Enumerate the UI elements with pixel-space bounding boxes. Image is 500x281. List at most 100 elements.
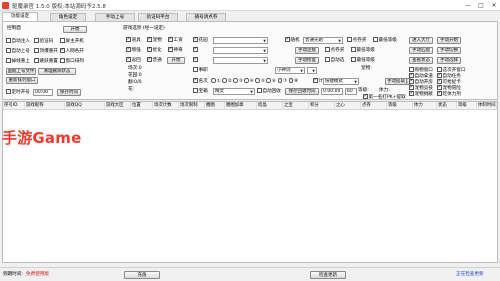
- column-header[interactable]: 序号ID: [3, 102, 25, 110]
- tab-function-settings[interactable]: 功能设定: [2, 12, 38, 21]
- column-header[interactable]: 点券: [361, 102, 387, 110]
- checkbox-wages[interactable]: 工资: [168, 36, 183, 44]
- checkbox-return[interactable]: 返回: [126, 56, 141, 64]
- minimize-button[interactable]: —: [462, 0, 474, 11]
- checkbox-jump-reset[interactable]: 跳跃重置: [34, 58, 58, 65]
- column-header[interactable]: 体制时间: [477, 102, 497, 110]
- weapon-select[interactable]: 小神剑 ▼: [275, 67, 305, 74]
- checkbox-icon: [126, 56, 131, 62]
- save-recycle-time-button[interactable]: 保存回收时间: [285, 88, 319, 95]
- manual-start-button[interactable]: 手动开始: [437, 37, 461, 44]
- checkbox-min-level[interactable]: 最低等级: [351, 47, 375, 54]
- view-status-button[interactable]: 查看状态: [409, 57, 433, 64]
- tab-role-settings[interactable]: 角色设定: [50, 13, 86, 21]
- timer-input[interactable]: 00:00: [33, 89, 53, 96]
- column-header[interactable]: 圈圈: [205, 102, 225, 110]
- checkbox-optimize[interactable]: 优化: [147, 46, 162, 54]
- manual-extract-button[interactable]: 手动提取: [385, 78, 407, 85]
- tab-captcha-platform[interactable]: 验证码平台: [138, 13, 178, 21]
- checkbox-window-arrange[interactable]: 窗口排列: [60, 58, 84, 65]
- row3-select[interactable]: ▼: [213, 57, 268, 64]
- checkbox-relogin[interactable]: 掉线重上: [6, 58, 30, 65]
- rank-radio-group[interactable]: ① ② ③ ④ ⑤ ⑥ ⑦ ⑧: [211, 78, 298, 85]
- recycle-count-input[interactable]: 60: [345, 88, 357, 95]
- checkbox-random[interactable]: 随机: [285, 36, 300, 44]
- enter-lobby-button[interactable]: 进入大厅: [409, 37, 433, 44]
- checkbox-row2[interactable]: [193, 46, 199, 54]
- checkbox-first-pk[interactable]: 第一名打PK+提取: [363, 93, 406, 101]
- checkbox-icon: [126, 46, 131, 52]
- manual-switch-button[interactable]: 手动切换: [437, 47, 461, 54]
- column-header[interactable]: 位置: [131, 102, 153, 110]
- checkbox-treasure[interactable]: 宝箱: [193, 88, 208, 95]
- watermark-logo: 手游Game: [2, 129, 82, 147]
- close-button[interactable]: ✕: [488, 0, 500, 11]
- checkbox-icon: [6, 48, 11, 53]
- garden-select[interactable]: ▼: [213, 37, 268, 44]
- checkbox-auto-select[interactable]: 自动选: [325, 57, 344, 64]
- checkbox-pet-donate[interactable]: 宠物捐献: [409, 90, 433, 98]
- save-time-button[interactable]: 保存时间: [57, 89, 81, 96]
- checkbox-points-buy-2[interactable]: 点券买: [325, 47, 344, 54]
- run-mode-select[interactable]: 普通先跑 ▼: [303, 37, 343, 44]
- column-header[interactable]: 游戏昵称: [25, 102, 65, 110]
- checkbox-magic[interactable]: 神奇: [168, 46, 183, 54]
- checkbox-icon: [313, 77, 318, 83]
- checkbox-auto-login[interactable]: 自动上号: [6, 48, 30, 55]
- tab-points[interactable]: 捕号请点券: [186, 13, 226, 21]
- column-header[interactable]: 等级: [387, 102, 413, 110]
- checkbox-screen-boot[interactable]: 屏主开机: [60, 38, 84, 45]
- checkbox-captcha[interactable]: 验证码: [34, 38, 53, 45]
- checkbox-points-buy[interactable]: 点券买: [347, 37, 366, 44]
- checkbox-pets[interactable]: 宠物: [147, 36, 162, 44]
- checkbox-network-open[interactable]: 人网各开: [60, 47, 84, 55]
- checkbox-min-grade[interactable]: 最低等级: [373, 37, 397, 44]
- column-header[interactable]: 之宝: [283, 102, 309, 110]
- clear-status-button[interactable]: 清理删除状态: [38, 68, 76, 75]
- manual-select-button[interactable]: 手动选择: [437, 57, 461, 64]
- maximize-button[interactable]: □: [475, 0, 487, 11]
- checkbox-timer-login[interactable]: 定时开号: [6, 89, 30, 96]
- radio-icon: [266, 78, 271, 83]
- manual-connect-button[interactable]: 手动连接: [295, 47, 319, 54]
- checkbox-garden[interactable]: 花园: [193, 36, 208, 44]
- check-update-button[interactable]: 检查更新: [310, 271, 346, 279]
- checkbox-rank[interactable]: 名次: [193, 77, 208, 85]
- column-header[interactable]: 等级: [457, 102, 477, 110]
- checkbox-use-stamina[interactable]: 吃体力剂: [437, 90, 461, 98]
- recycle-time-input[interactable]: 0:00:00: [321, 88, 343, 95]
- checkbox-auto-recycle[interactable]: 自动回收: [257, 88, 281, 95]
- checkbox-min-level-2[interactable]: 最低等级: [351, 57, 375, 64]
- tab-manual-login[interactable]: 手动上号: [95, 13, 135, 21]
- manual-fix-button[interactable]: 手动修复: [295, 57, 319, 64]
- mode-select[interactable]: 快捷模式 ▼: [323, 78, 359, 85]
- column-header[interactable]: 积分: [309, 102, 335, 110]
- column-header[interactable]: 游戏大区: [105, 102, 131, 110]
- task-start-button[interactable]: 开始: [167, 57, 185, 64]
- checkbox-enhance[interactable]: 增强: [126, 46, 141, 54]
- column-header[interactable]: 场次限制: [179, 102, 205, 110]
- checkbox-auto-inject[interactable]: 自动注入: [6, 38, 30, 45]
- recharge-button[interactable]: 充值: [124, 271, 160, 279]
- checkbox-items[interactable]: 道具: [126, 36, 141, 44]
- column-header[interactable]: 场次计数: [153, 102, 179, 110]
- row2-select[interactable]: ▼: [213, 47, 268, 54]
- manual-match-button[interactable]: 手动匹配: [409, 47, 433, 54]
- add-account-file-button[interactable]: 面据上号文件: [6, 68, 36, 75]
- checkbox-profession[interactable]: 事职: [193, 67, 208, 74]
- checkbox-normal[interactable]: 普通: [147, 56, 162, 64]
- rearrange-windows-button[interactable]: 重新排列窗口: [6, 77, 38, 84]
- checkbox-row3[interactable]: [193, 56, 199, 64]
- column-header[interactable]: 状态: [437, 102, 457, 110]
- column-header[interactable]: 体力: [413, 102, 437, 110]
- checkbox-kick-restart[interactable]: 顶爆重开: [34, 48, 58, 55]
- column-header[interactable]: 结晶: [257, 102, 283, 110]
- column-header[interactable]: 圈圈加章: [225, 102, 257, 110]
- weapon-sub-select[interactable]: ▼: [307, 67, 317, 74]
- start-button[interactable]: 开始: [63, 26, 87, 33]
- column-header[interactable]: 游戏QQ: [65, 102, 105, 110]
- radio-icon: [288, 78, 294, 83]
- checkbox-icon: [437, 78, 442, 84]
- treasure-select[interactable]: 精灵 ▼: [213, 88, 255, 95]
- column-header[interactable]: 之心: [335, 102, 361, 110]
